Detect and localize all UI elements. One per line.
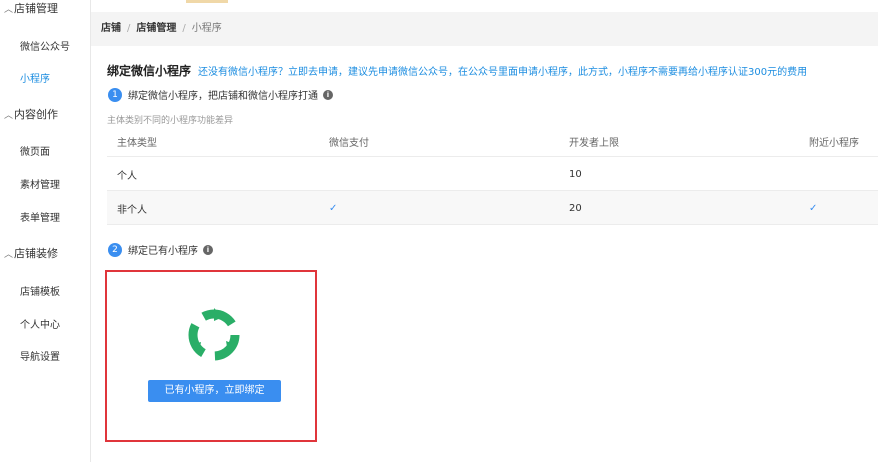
breadcrumb-separator: /	[182, 23, 186, 34]
sidebar-group-store-management[interactable]: ︿店铺管理	[4, 0, 58, 16]
sidebar-item-forms[interactable]: 表单管理	[20, 209, 60, 224]
breadcrumb-current: 小程序	[191, 23, 222, 34]
main-content: 绑定微信小程序 还没有微信小程序？立即去申请，建议先申请微信公众号，在公众号里面…	[91, 46, 878, 462]
check-icon: ✓	[809, 202, 818, 214]
table-note: 主体类别不同的小程序功能差异	[107, 116, 234, 126]
table-cell: 个人	[117, 170, 137, 182]
check-icon: ✓	[329, 202, 338, 214]
breadcrumb: 店铺 / 店铺管理 / 小程序	[91, 12, 878, 46]
sidebar-group-label: 内容创作	[14, 108, 59, 121]
breadcrumb-store-management[interactable]: 店铺管理	[136, 23, 176, 34]
step-label: 绑定微信小程序，把店铺和微信小程序打通	[128, 91, 318, 102]
step-number-badge: 2	[108, 242, 122, 257]
chevron-up-icon: ︿	[4, 250, 14, 260]
step-number-badge: 1	[108, 87, 122, 102]
sidebar-item-materials[interactable]: 素材管理	[20, 176, 60, 191]
table-header: 微信支付	[329, 138, 369, 149]
sidebar-group-label: 店铺装修	[14, 247, 59, 260]
sidebar-item-navigation[interactable]: 导航设置	[20, 348, 60, 363]
chevron-up-icon: ︿	[4, 5, 14, 15]
page-title: 绑定微信小程序	[107, 64, 192, 78]
table-header-row: 主体类型 微信支付 开发者上限 附近小程序	[107, 126, 878, 157]
sidebar-item-micro-page[interactable]: 微页面	[20, 143, 50, 158]
chevron-up-icon: ︿	[4, 111, 14, 121]
step-2: 2 绑定已有小程序 i	[108, 242, 213, 257]
breadcrumb-separator: /	[127, 23, 131, 34]
bind-existing-card: 已有小程序，立即绑定	[105, 270, 317, 442]
sidebar-item-personal-center[interactable]: 个人中心	[20, 316, 60, 331]
info-icon[interactable]: i	[323, 89, 333, 100]
breadcrumb-store[interactable]: 店铺	[101, 23, 121, 34]
table-row: 个人 10	[107, 157, 878, 191]
table-header: 开发者上限	[569, 138, 619, 149]
info-icon[interactable]: i	[203, 244, 213, 255]
sidebar-group-label: 店铺管理	[14, 2, 59, 15]
sidebar-group-content[interactable]: ︿内容创作	[4, 106, 58, 122]
apply-hint-link[interactable]: 还没有微信小程序？立即去申请，建议先申请微信公众号，在公众号里面申请小程序，此方…	[198, 63, 807, 78]
mini-program-logo-icon	[188, 308, 240, 361]
table-cell: 非个人	[117, 204, 147, 216]
top-tab-fragment	[186, 0, 228, 3]
table-cell: 20	[569, 202, 582, 214]
sidebar-item-wechat-official[interactable]: 微信公众号	[20, 38, 70, 53]
step-1: 1 绑定微信小程序，把店铺和微信小程序打通 i	[108, 87, 333, 102]
sidebar-item-store-template[interactable]: 店铺模板	[20, 283, 60, 298]
sidebar-group-decoration[interactable]: ︿店铺装修	[4, 245, 58, 261]
bind-existing-button[interactable]: 已有小程序，立即绑定	[148, 380, 281, 402]
top-strip	[91, 0, 878, 12]
sidebar-item-mini-program[interactable]: 小程序	[20, 70, 50, 85]
table-cell: 10	[569, 168, 582, 180]
table-header: 主体类型	[117, 138, 157, 149]
table-header: 附近小程序	[809, 138, 859, 149]
step-label: 绑定已有小程序	[128, 246, 198, 257]
sidebar: ︿店铺管理 微信公众号 小程序 ︿内容创作 微页面 素材管理 表单管理 ︿店铺装…	[0, 0, 91, 462]
table-row: 非个人 ✓ 20 ✓	[107, 191, 878, 225]
